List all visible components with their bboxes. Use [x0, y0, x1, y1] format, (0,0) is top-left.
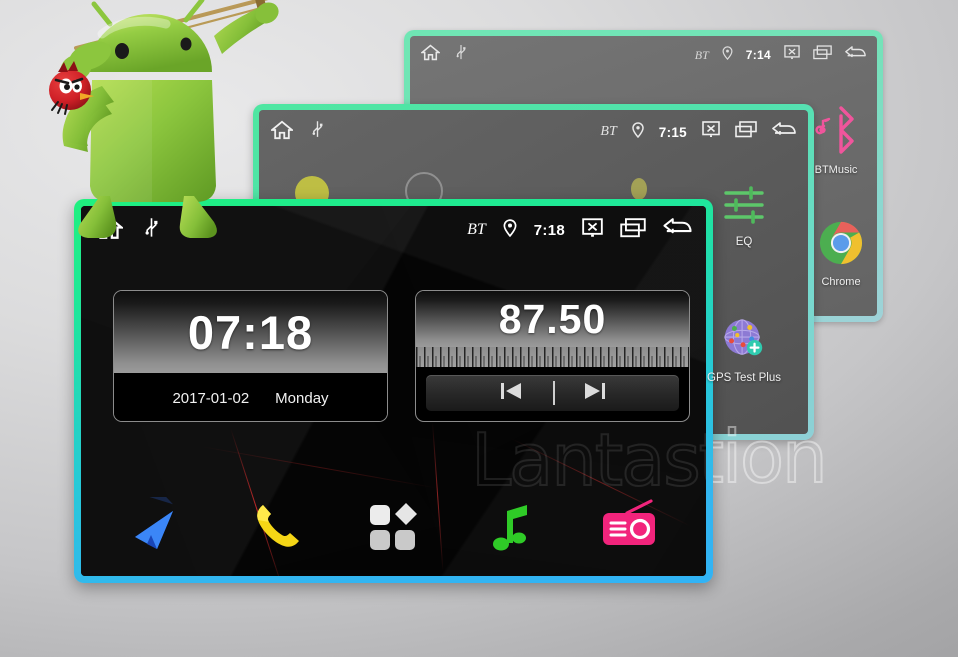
screen-front[interactable]: BT 7:18 Lantastion	[74, 199, 713, 583]
back-icon[interactable]	[663, 218, 692, 242]
statusbar-time: 7:18	[533, 221, 565, 239]
music-icon	[493, 505, 528, 551]
radio-controls	[426, 375, 679, 411]
android-left-leg	[78, 196, 117, 238]
clock-time: 07:18	[187, 305, 314, 359]
app-bt-music[interactable]: BTMusic	[796, 106, 876, 176]
clock-date-panel: 2017-01-02 Monday	[114, 373, 387, 421]
phone-icon	[256, 505, 299, 547]
radio-next-button[interactable]	[582, 380, 608, 407]
radio-control-divider	[552, 381, 555, 405]
app-label: Chrome	[821, 276, 861, 288]
bluetooth-text-icon: BT	[694, 48, 709, 62]
screen-off-icon[interactable]	[702, 121, 720, 143]
recent-apps-icon[interactable]	[735, 121, 757, 143]
location-pin-icon	[503, 218, 517, 242]
dock	[81, 480, 706, 576]
app-label: EQ	[735, 236, 753, 248]
app-placeholder-small[interactable]	[631, 178, 647, 200]
radio-frequency: 87.50	[498, 295, 607, 342]
apps-grid-icon	[370, 503, 418, 550]
location-pin-icon	[722, 45, 733, 65]
radio-widget[interactable]: 87.50	[415, 290, 690, 422]
dock-item-navigation[interactable]	[121, 491, 195, 565]
app-label: BTMusic	[814, 164, 858, 176]
back-icon[interactable]	[845, 45, 866, 65]
clock-time-panel: 07:18	[114, 291, 387, 373]
navigation-icon	[134, 497, 173, 549]
home-icon[interactable]	[419, 44, 442, 66]
gps-test-plus-icon	[721, 316, 767, 367]
app-label: GPS Test Plus	[707, 372, 781, 384]
statusbar-time: 7:15	[658, 124, 687, 140]
screen-off-icon[interactable]	[582, 217, 603, 243]
screen-front-bezel: BT 7:18 Lantastion	[74, 199, 713, 583]
bluetooth-text-icon: BT	[467, 221, 486, 238]
android-robot-violin-mascot	[18, 0, 318, 241]
radio-prev-button[interactable]	[498, 380, 524, 407]
radio-icon	[603, 499, 656, 545]
dock-item-phone[interactable]	[239, 491, 313, 565]
location-pin-icon	[632, 121, 644, 143]
clock-date: 2017-01-02	[172, 389, 250, 407]
android-right-leg	[179, 196, 217, 238]
statusbar-middle: BT 7:15	[259, 110, 808, 154]
bluetooth-text-icon: BT	[600, 124, 617, 139]
screen-front-display[interactable]: BT 7:18 Lantastion	[81, 206, 706, 576]
recent-apps-icon[interactable]	[620, 217, 646, 243]
dock-item-radio[interactable]	[592, 491, 666, 565]
screen-off-icon[interactable]	[784, 45, 800, 65]
recent-apps-icon[interactable]	[813, 45, 832, 65]
statusbar-time: 7:14	[745, 48, 771, 62]
statusbar-back: BT 7:14	[410, 36, 877, 74]
app-chrome[interactable]: Chrome	[801, 220, 877, 288]
clock-widget[interactable]: 07:18 2017-01-02 Monday	[113, 290, 388, 422]
app-eq[interactable]: EQ	[701, 184, 787, 248]
dock-item-apps[interactable]	[356, 491, 430, 565]
radio-tuning-scale[interactable]	[416, 347, 689, 367]
eq-icon	[722, 184, 766, 231]
bt-music-icon	[811, 106, 861, 159]
usb-icon[interactable]	[456, 44, 466, 66]
chrome-icon	[818, 220, 864, 271]
dock-item-music[interactable]	[474, 491, 548, 565]
back-icon[interactable]	[772, 121, 796, 143]
app-gps-test-plus[interactable]: GPS Test Plus	[696, 316, 792, 384]
clock-weekday: Monday	[275, 389, 329, 407]
radio-frequency-panel: 87.50	[416, 291, 689, 347]
